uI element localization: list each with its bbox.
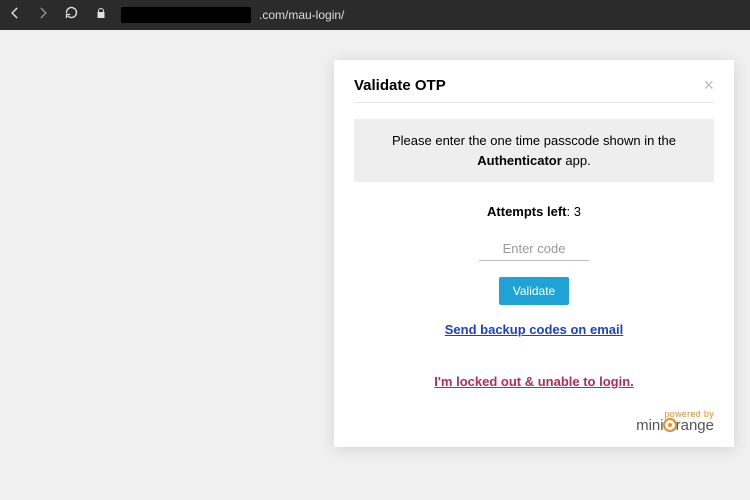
reload-icon[interactable] bbox=[64, 5, 79, 25]
browser-toolbar: .com/mau-login/ bbox=[0, 0, 750, 30]
forward-icon[interactable] bbox=[36, 6, 50, 25]
info-text-strong: Authenticator bbox=[477, 153, 562, 168]
otp-input[interactable] bbox=[479, 237, 589, 261]
powered-by-row: powered by minirange bbox=[354, 409, 714, 435]
validate-button[interactable]: Validate bbox=[499, 277, 569, 305]
info-text-pre: Please enter the one time passcode shown… bbox=[392, 133, 676, 148]
back-icon[interactable] bbox=[8, 6, 22, 25]
locked-out-link[interactable]: I'm locked out & unable to login. bbox=[434, 374, 634, 389]
attempts-label: Attempts left bbox=[487, 204, 566, 219]
lock-icon bbox=[95, 6, 107, 24]
send-backup-codes-link[interactable]: Send backup codes on email bbox=[445, 322, 623, 337]
otp-dialog: Validate OTP × Please enter the one time… bbox=[334, 60, 734, 447]
page-body: Validate OTP × Please enter the one time… bbox=[0, 30, 750, 500]
brand-pre: mini bbox=[636, 417, 664, 434]
url-redacted bbox=[121, 7, 251, 23]
brand-logo: mini range bbox=[636, 417, 714, 434]
brand-post: range bbox=[676, 417, 714, 434]
attempts-row: Attempts left: 3 bbox=[354, 204, 714, 219]
info-message: Please enter the one time passcode shown… bbox=[354, 119, 714, 182]
info-text-post: app. bbox=[562, 153, 591, 168]
brand-o-icon bbox=[663, 418, 677, 432]
dialog-title: Validate OTP bbox=[354, 77, 446, 94]
attempts-value: 3 bbox=[574, 204, 581, 219]
url-path: .com/mau-login/ bbox=[259, 8, 344, 22]
attempts-sep: : bbox=[566, 204, 573, 219]
close-icon[interactable]: × bbox=[703, 76, 714, 94]
